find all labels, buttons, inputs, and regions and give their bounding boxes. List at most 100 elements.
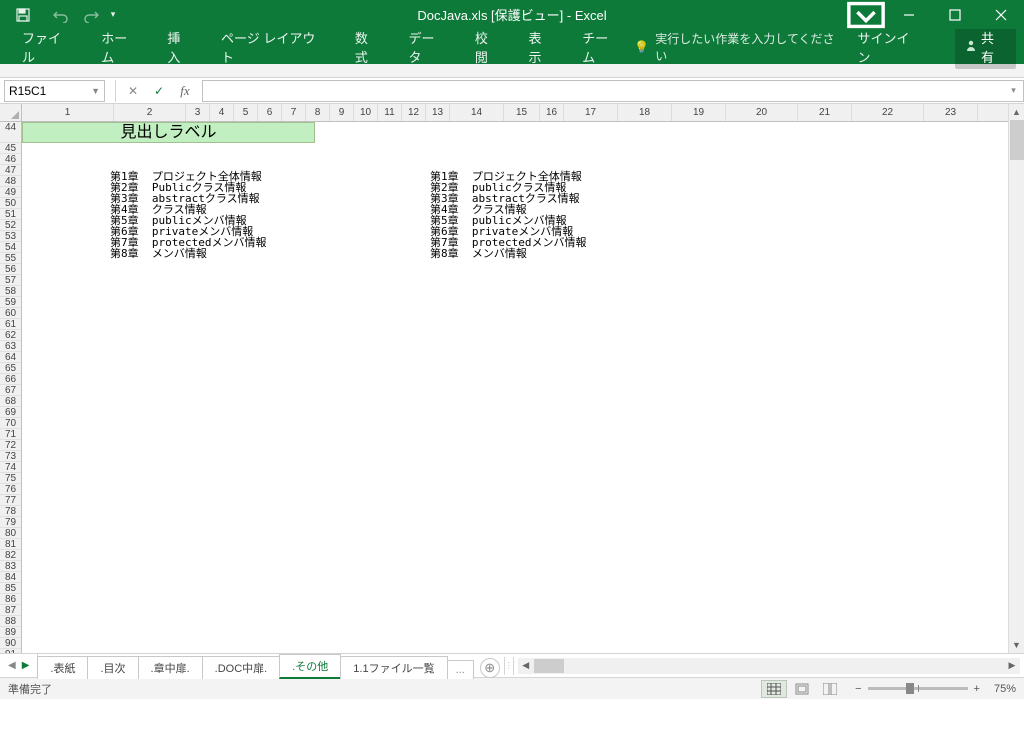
row-header[interactable]: 49 <box>0 187 21 198</box>
row-header[interactable]: 78 <box>0 506 21 517</box>
row-header[interactable]: 85 <box>0 583 21 594</box>
row-header[interactable]: 81 <box>0 539 21 550</box>
scroll-right-icon[interactable]: ▶ <box>1004 660 1020 671</box>
row-header[interactable]: 89 <box>0 627 21 638</box>
row-headers[interactable]: 4445464748495051525354555657585960616263… <box>0 122 22 653</box>
col-header[interactable]: 1 <box>22 104 114 121</box>
col-header[interactable]: 21 <box>798 104 852 121</box>
formula-expand-icon[interactable]: ▾ <box>1004 80 1024 102</box>
col-header[interactable]: 7 <box>282 104 306 121</box>
zoom-out-button[interactable]: − <box>855 683 861 695</box>
zoom-in-button[interactable]: + <box>974 683 980 695</box>
heading-label-cell[interactable]: 見出しラベル <box>22 122 315 143</box>
row-header[interactable]: 46 <box>0 154 21 165</box>
col-header[interactable]: 15 <box>504 104 540 121</box>
sheet-tab-toc[interactable]: .目次 <box>87 656 138 679</box>
sheet-nav[interactable]: ◀▶ <box>0 654 38 678</box>
row-header[interactable]: 70 <box>0 418 21 429</box>
col-header[interactable]: 16 <box>540 104 564 121</box>
undo-button[interactable] <box>46 2 76 28</box>
tab-review[interactable]: 校閲 <box>461 29 515 64</box>
vertical-scrollbar[interactable]: ▲ ▼ <box>1008 104 1024 653</box>
row-header[interactable]: 48 <box>0 176 21 187</box>
row-header[interactable]: 52 <box>0 220 21 231</box>
horizontal-scrollbar[interactable]: ◀ ▶ <box>518 658 1020 674</box>
row-header[interactable]: 80 <box>0 528 21 539</box>
tab-data[interactable]: データ <box>394 29 460 64</box>
page-layout-view-button[interactable] <box>789 680 815 698</box>
hscroll-thumb[interactable] <box>534 659 564 673</box>
chapters-right[interactable]: 第1章 プロジェクト全体情報 第2章 publicクラス情報 第3章 abstr… <box>430 171 586 259</box>
row-header[interactable]: 50 <box>0 198 21 209</box>
sheet-tab-doc[interactable]: .DOC中扉. <box>202 656 281 679</box>
col-header[interactable]: 23 <box>924 104 978 121</box>
redo-button[interactable] <box>76 2 106 28</box>
zoom-level[interactable]: 75% <box>994 683 1016 695</box>
tab-formula[interactable]: 数式 <box>341 29 395 64</box>
qat-customize-icon[interactable]: ▾ <box>106 2 120 28</box>
close-button[interactable] <box>978 0 1024 29</box>
zoom-slider[interactable] <box>868 687 968 690</box>
row-header[interactable]: 79 <box>0 517 21 528</box>
row-header[interactable]: 62 <box>0 330 21 341</box>
scroll-up-icon[interactable]: ▲ <box>1009 104 1024 120</box>
tab-team[interactable]: チーム <box>568 29 634 64</box>
row-header[interactable]: 84 <box>0 572 21 583</box>
sheet-tab-filelist[interactable]: 1.1ファイル一覧 <box>340 656 447 679</box>
sheet-tab-other[interactable]: .その他 <box>279 654 341 679</box>
row-header[interactable]: 63 <box>0 341 21 352</box>
nav-next-icon[interactable]: ▶ <box>22 660 30 671</box>
row-header[interactable]: 82 <box>0 550 21 561</box>
row-header[interactable]: 71 <box>0 429 21 440</box>
col-header[interactable]: 2 <box>114 104 186 121</box>
chevron-down-icon[interactable]: ▼ <box>91 86 100 96</box>
scroll-down-icon[interactable]: ▼ <box>1009 637 1024 653</box>
sign-in-button[interactable]: サインイン <box>843 29 935 64</box>
scroll-left-icon[interactable]: ◀ <box>518 660 534 671</box>
col-header[interactable]: 8 <box>306 104 330 121</box>
col-header[interactable]: 14 <box>450 104 504 121</box>
row-header[interactable]: 44 <box>0 122 21 143</box>
col-header[interactable]: 4 <box>210 104 234 121</box>
cancel-formula-button[interactable]: ✕ <box>122 81 144 101</box>
row-header[interactable]: 64 <box>0 352 21 363</box>
select-all-corner[interactable] <box>0 104 22 122</box>
row-header[interactable]: 57 <box>0 275 21 286</box>
col-header[interactable]: 12 <box>402 104 426 121</box>
worksheet-grid[interactable]: 1234567891011121314151617181920212223 44… <box>0 104 1024 653</box>
row-header[interactable]: 53 <box>0 231 21 242</box>
tab-file[interactable]: ファイル <box>8 29 87 64</box>
col-header[interactable]: 5 <box>234 104 258 121</box>
row-header[interactable]: 67 <box>0 385 21 396</box>
fx-button[interactable]: fx <box>174 81 196 101</box>
col-header[interactable]: 10 <box>354 104 378 121</box>
col-header[interactable]: 3 <box>186 104 210 121</box>
tab-view[interactable]: 表示 <box>515 29 569 64</box>
tab-page-layout[interactable]: ページ レイアウト <box>207 29 341 64</box>
row-header[interactable]: 86 <box>0 594 21 605</box>
sheet-tab-more[interactable]: ... <box>447 660 474 679</box>
row-header[interactable]: 72 <box>0 440 21 451</box>
row-header[interactable]: 76 <box>0 484 21 495</box>
sheet-tab-chapter[interactable]: .章中扉. <box>138 656 203 679</box>
row-header[interactable]: 58 <box>0 286 21 297</box>
col-header[interactable]: 11 <box>378 104 402 121</box>
row-header[interactable]: 69 <box>0 407 21 418</box>
row-header[interactable]: 66 <box>0 374 21 385</box>
sheet-tab-cover[interactable]: .表紙 <box>37 656 88 679</box>
cells-area[interactable]: 見出しラベル 第1章 プロジェクト全体情報 第2章 Publicクラス情報 第3… <box>22 122 1008 653</box>
row-header[interactable]: 51 <box>0 209 21 220</box>
row-header[interactable]: 56 <box>0 264 21 275</box>
row-header[interactable]: 75 <box>0 473 21 484</box>
row-header[interactable]: 55 <box>0 253 21 264</box>
name-box[interactable]: R15C1 ▼ <box>4 80 105 102</box>
row-header[interactable]: 73 <box>0 451 21 462</box>
row-header[interactable]: 45 <box>0 143 21 154</box>
share-button[interactable]: 共有 <box>955 25 1016 69</box>
ribbon-options-button[interactable] <box>846 0 886 29</box>
add-sheet-button[interactable]: ⊕ <box>480 658 500 678</box>
scroll-thumb[interactable] <box>1010 120 1024 160</box>
chapters-left[interactable]: 第1章 プロジェクト全体情報 第2章 Publicクラス情報 第3章 abstr… <box>110 171 266 259</box>
row-header[interactable]: 60 <box>0 308 21 319</box>
col-header[interactable]: 17 <box>564 104 618 121</box>
